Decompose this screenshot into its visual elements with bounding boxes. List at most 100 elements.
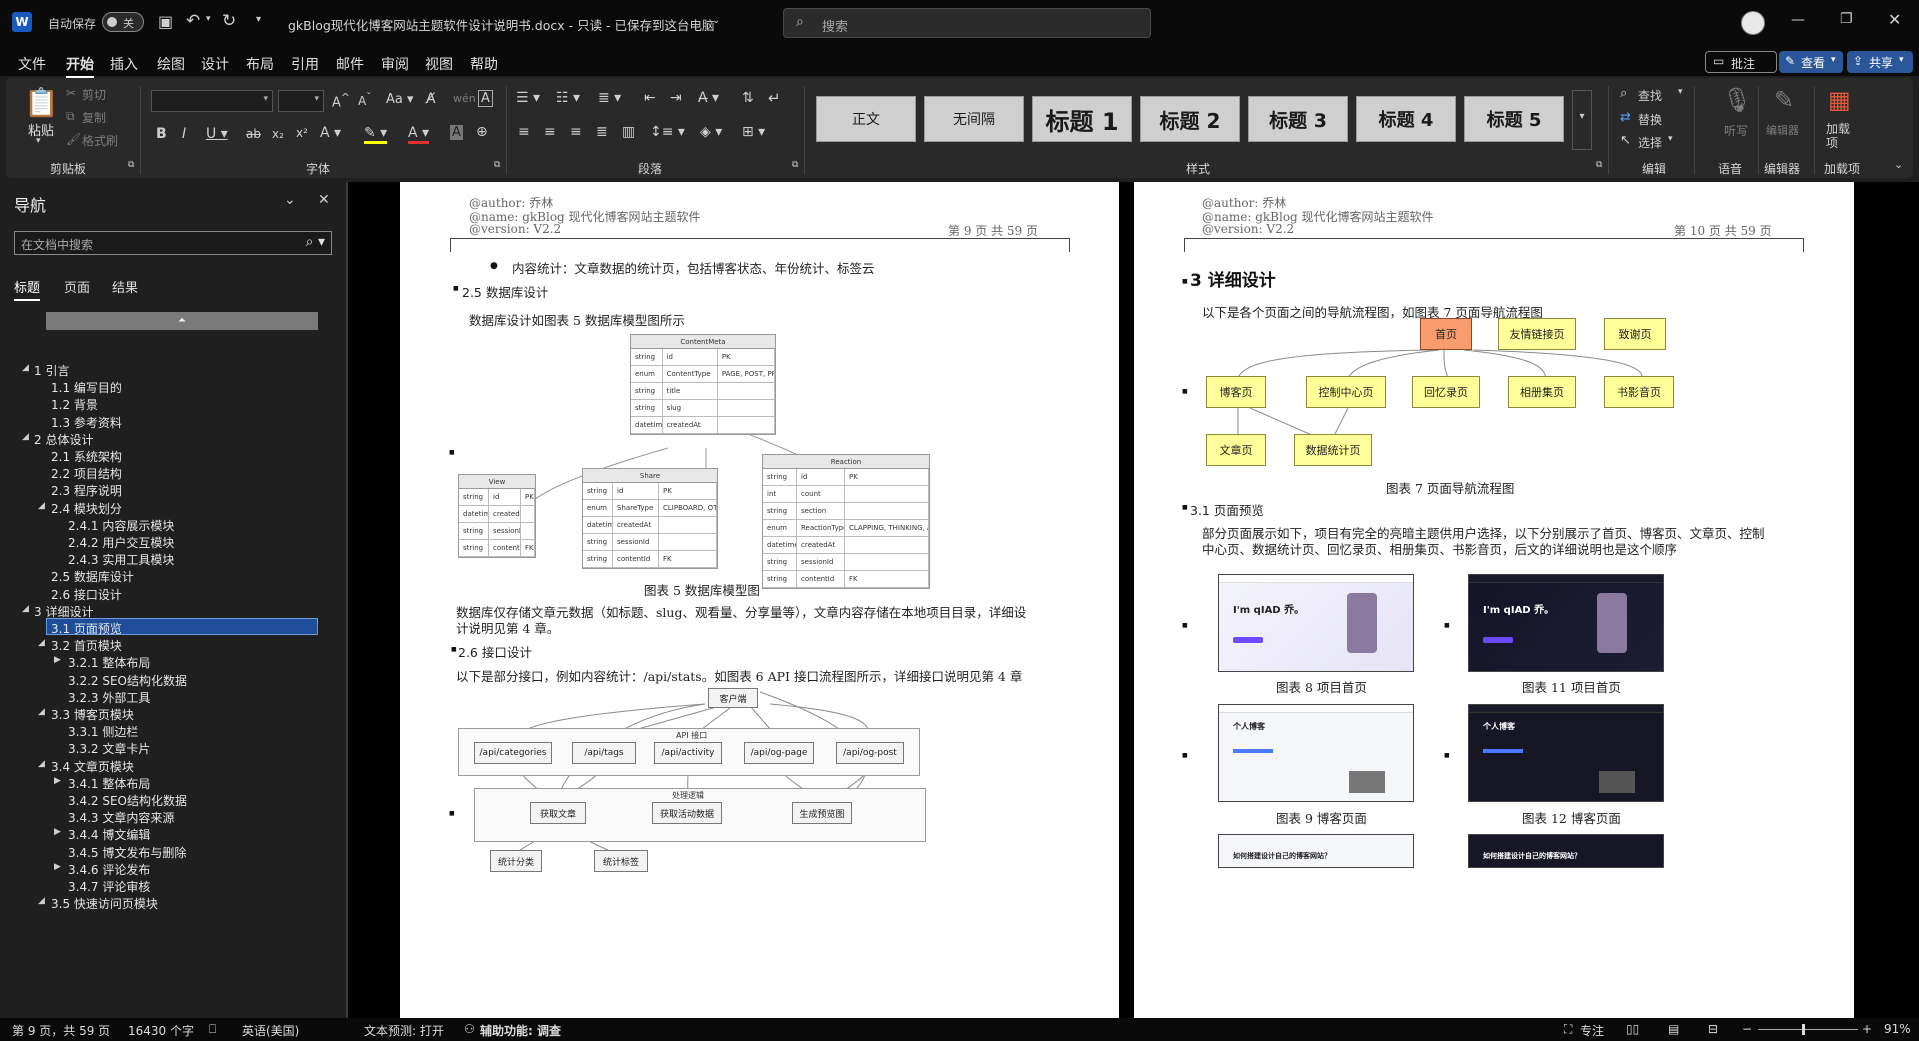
nav-heading-item[interactable]: 3.2.3 外部工具	[0, 687, 346, 705]
chevron-down-icon[interactable]: ▾	[1668, 134, 1673, 144]
grow-font-icon[interactable]: A^	[332, 91, 350, 110]
nav-search-input[interactable]: 在文档中搜索 ⌕ ▾	[14, 231, 332, 255]
paste-button[interactable]: 粘贴	[28, 120, 54, 139]
zoom-level[interactable]: 91%	[1884, 1022, 1911, 1036]
nav-heading-item[interactable]: 2.3 程序说明	[0, 480, 346, 498]
focus-button[interactable]: 专注	[1580, 1022, 1604, 1039]
document-title[interactable]: gkBlog现代化博客网站主题软件设计说明书.docx - 只读 - 已保存到这…	[288, 15, 715, 34]
page-count[interactable]: 第 9 页，共 59 页	[12, 1022, 110, 1039]
addins-icon[interactable]: ▦	[1828, 86, 1851, 114]
font-color-icon[interactable]: A ▾	[408, 125, 430, 144]
expanded-icon[interactable]: ◢	[38, 707, 45, 717]
bold-icon[interactable]: B	[156, 126, 167, 142]
read-mode-icon[interactable]: ▯▯	[1626, 1022, 1639, 1036]
language-status[interactable]: 英语(美国)	[242, 1022, 299, 1039]
accessibility-status[interactable]: 辅助功能: 调查	[480, 1022, 561, 1039]
distributed-icon[interactable]: ▥	[622, 124, 635, 140]
nav-heading-item[interactable]: 2.4.2 用户交互模块	[0, 532, 346, 550]
line-spacing-icon[interactable]: ↕≡ ▾	[650, 124, 685, 140]
show-marks-icon[interactable]: ↵	[768, 89, 781, 107]
word-logo-icon[interactable]: W	[12, 12, 32, 32]
font-name-select[interactable]: ▾	[151, 90, 273, 112]
paste-dropdown-icon[interactable]: ▾	[36, 136, 41, 146]
collapsed-icon[interactable]: ▶	[54, 862, 61, 872]
style-normal[interactable]: 正文	[816, 96, 916, 142]
format-painter-button[interactable]: 格式刷	[82, 132, 118, 149]
expanded-icon[interactable]: ◢	[38, 896, 45, 906]
zoom-slider-thumb[interactable]	[1802, 1024, 1805, 1035]
nav-heading-item[interactable]: ◢ 2 总体设计	[0, 429, 346, 447]
borders-icon[interactable]: ⊞ ▾	[742, 124, 765, 140]
tab-headings[interactable]: 标题	[14, 277, 41, 301]
nav-heading-item[interactable]: ▶ 3.4.6 评论发布	[0, 859, 346, 877]
text-effects-icon[interactable]: A ▾	[320, 125, 341, 141]
nav-heading-item[interactable]: ◢ 3.4 文章页模块	[0, 756, 346, 774]
cut-button[interactable]: 剪切	[82, 86, 106, 103]
nav-heading-item[interactable]: ◢ 2.4 模块划分	[0, 498, 346, 516]
style-no-spacing[interactable]: 无间隔	[924, 96, 1024, 142]
search-box[interactable]: ⌕ 搜索	[783, 8, 1151, 38]
align-right-icon[interactable]: ≡	[570, 124, 582, 140]
proofing-icon[interactable]: ⎕	[209, 1022, 216, 1037]
menu-insert[interactable]: 插入	[110, 54, 138, 74]
expanded-icon[interactable]: ◢	[38, 638, 45, 648]
expanded-icon[interactable]: ◢	[22, 604, 29, 614]
editor-icon[interactable]: ✎	[1774, 86, 1794, 114]
dialog-launcher-icon[interactable]: ⧉	[792, 160, 798, 170]
increase-indent-icon[interactable]: ⇥	[670, 90, 682, 106]
multilevel-list-icon[interactable]: ≣ ▾	[598, 90, 621, 106]
collapsed-icon[interactable]: ▶	[54, 776, 61, 786]
restore-icon[interactable]: ❐	[1840, 11, 1853, 27]
save-icon[interactable]: ▣	[158, 12, 173, 31]
collapse-ribbon-icon[interactable]: ⌄	[1894, 158, 1903, 171]
nav-options-icon[interactable]: ⌄	[284, 192, 296, 208]
dictate-button[interactable]: 听写	[1724, 122, 1748, 139]
nav-heading-item[interactable]: 3.3.1 侧边栏	[0, 721, 346, 739]
subscript-icon[interactable]: x₂	[272, 127, 284, 141]
nav-heading-item[interactable]: 2.5 数据库设计	[0, 566, 346, 584]
nav-heading-item[interactable]: ▶ 3.4.4 博文编辑	[0, 824, 346, 842]
decrease-indent-icon[interactable]: ⇤	[644, 90, 656, 106]
nav-heading-item[interactable]: ◢ 1 引言	[0, 360, 346, 378]
font-size-select[interactable]: ▾	[278, 90, 324, 112]
menu-references[interactable]: 引用	[291, 54, 319, 74]
addins-button[interactable]: 加载项	[1826, 122, 1856, 150]
nav-heading-item[interactable]: ◢ 3.5 快速访问页模块	[0, 893, 346, 911]
nav-heading-item[interactable]: 3.2.2 SEO结构化数据	[0, 670, 346, 688]
copy-button[interactable]: 复制	[82, 109, 106, 126]
menu-view[interactable]: 视图	[425, 54, 453, 74]
zoom-out-icon[interactable]: −	[1742, 1022, 1752, 1036]
nav-heading-item[interactable]: 3.1 页面预览	[0, 618, 346, 636]
editor-button[interactable]: 编辑器	[1766, 122, 1799, 138]
menu-layout[interactable]: 布局	[246, 54, 274, 74]
align-left-icon[interactable]: ≡	[518, 124, 530, 140]
nav-heading-item[interactable]: ▶ 3.4.1 整体布局	[0, 773, 346, 791]
nav-heading-item[interactable]: 3.4.5 博文发布与删除	[0, 842, 346, 860]
shrink-font-icon[interactable]: Aˇ	[358, 92, 371, 108]
menu-design[interactable]: 设计	[201, 54, 229, 74]
superscript-icon[interactable]: x²	[296, 126, 308, 140]
underline-icon[interactable]: U ▾	[206, 126, 228, 142]
menu-mailings[interactable]: 邮件	[336, 54, 364, 74]
minimize-icon[interactable]: —	[1791, 12, 1805, 28]
change-case-icon[interactable]: Aa ▾	[386, 92, 414, 107]
nav-heading-item[interactable]: ◢ 3.3 博客页模块	[0, 704, 346, 722]
collapsed-icon[interactable]: ▶	[54, 827, 61, 837]
zoom-in-icon[interactable]: +	[1862, 1022, 1872, 1036]
nav-heading-item[interactable]: 2.6 接口设计	[0, 584, 346, 602]
menu-review[interactable]: 审阅	[381, 54, 409, 74]
print-layout-icon[interactable]: ▤	[1668, 1022, 1679, 1036]
expanded-icon[interactable]: ◢	[38, 759, 45, 769]
nav-heading-item[interactable]: 3.4.2 SEO结构化数据	[0, 790, 346, 808]
character-shading-icon[interactable]: A	[450, 125, 463, 140]
style-heading-4[interactable]: 标题 4	[1356, 96, 1456, 142]
bullets-icon[interactable]: ☰ ▾	[516, 90, 540, 106]
page-9[interactable]: @author: 乔林 @name: gkBlog 现代化博客网站主题软件 @v…	[400, 182, 1119, 1018]
nav-heading-item[interactable]: 2.4.3 实用工具模块	[0, 549, 346, 567]
shading-icon[interactable]: ◈ ▾	[700, 124, 722, 140]
autosave-toggle[interactable]: 关	[102, 12, 144, 32]
view-mode-button[interactable]: ✎ 查看 ▾	[1779, 51, 1843, 73]
nav-heading-item[interactable]: 3.4.7 评论审核	[0, 876, 346, 894]
replace-button[interactable]: 替换	[1638, 111, 1662, 128]
nav-close-icon[interactable]: ✕	[318, 192, 330, 208]
